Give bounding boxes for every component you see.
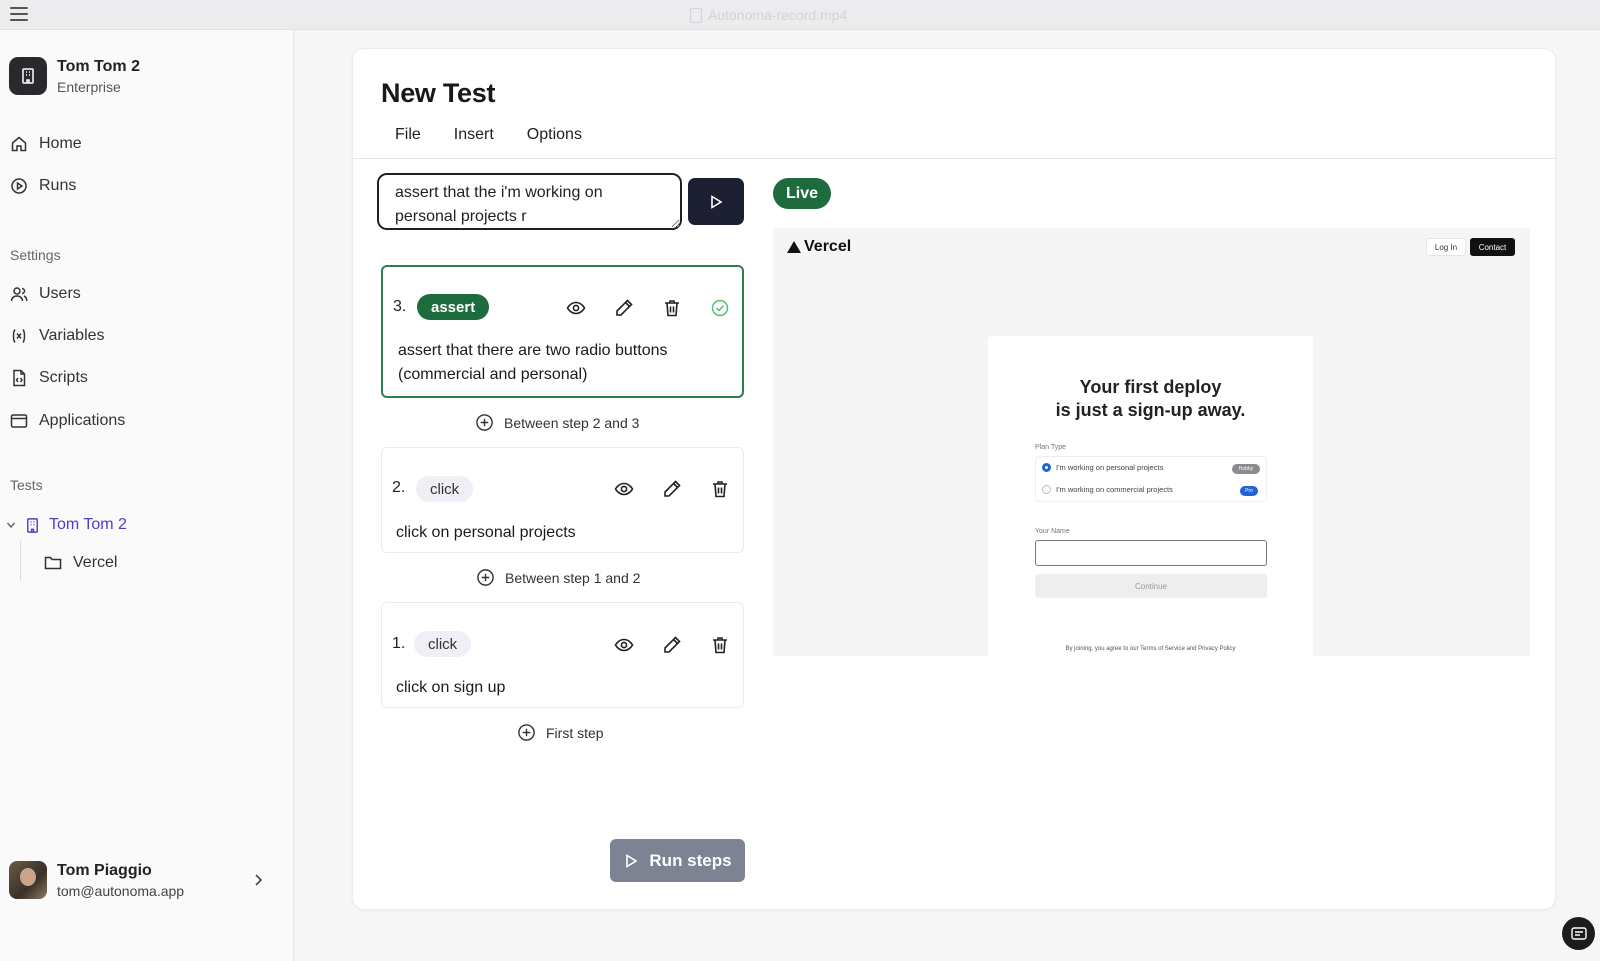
preview-signup-card: Your first deploy is just a sign-up away…: [988, 336, 1313, 656]
step-actions: [566, 298, 730, 318]
org-name: Tom Tom 2: [57, 57, 140, 75]
editor-menubar: File Insert Options: [395, 126, 582, 144]
chevron-right-icon[interactable]: [252, 872, 264, 888]
title-bar: Autonoma-record.mp4: [0, 0, 1600, 30]
window-title: Autonoma-record.mp4: [690, 7, 847, 23]
hamburger-menu-icon[interactable]: [10, 7, 28, 23]
preview-headline: Your first deploy is just a sign-up away…: [1055, 377, 1246, 420]
nav-home[interactable]: Home: [10, 132, 82, 156]
menubar-divider: [353, 158, 1555, 159]
preview-hobby-tag: Hobby: [1232, 464, 1260, 474]
insert-between-1-2[interactable]: Between step 1 and 2: [476, 568, 640, 587]
radio-selected-icon: [1042, 463, 1051, 472]
sidebar: Tom Tom 2 Enterprise: [0, 30, 294, 961]
menu-file[interactable]: File: [395, 126, 421, 144]
nav-applications[interactable]: Applications: [10, 409, 125, 433]
step-description: assert that there are two radio buttons …: [398, 342, 668, 383]
play-icon: [626, 853, 638, 868]
check-circle-icon: [711, 299, 729, 317]
live-status-badge: Live: [773, 178, 831, 209]
building-icon: [27, 517, 38, 533]
eye-icon[interactable]: [614, 479, 634, 499]
tree-folder-vercel[interactable]: Vercel: [44, 554, 117, 572]
chat-support-icon[interactable]: [1562, 917, 1595, 950]
step-description: click on personal projects: [396, 524, 576, 541]
nav-runs[interactable]: Runs: [10, 174, 76, 198]
user-name: Tom Piaggio: [57, 861, 152, 879]
preview-name-label: Your Name: [1035, 528, 1070, 535]
preview-terms-text: By joining, you agree to our Terms of Se…: [1065, 646, 1236, 652]
tree-app-tom-tom-2[interactable]: Tom Tom 2: [6, 516, 127, 534]
tree-guide-line: [20, 541, 21, 581]
plus-circle-icon: [518, 724, 535, 741]
pencil-icon[interactable]: [662, 635, 682, 655]
org-plan: Enterprise: [57, 78, 121, 95]
preview-plan-personal[interactable]: I'm working on personal projects: [1042, 463, 1163, 472]
trash-icon[interactable]: [710, 635, 730, 655]
step-type-badge: assert: [417, 294, 490, 320]
run-steps-button[interactable]: Run steps: [610, 839, 745, 882]
nav-users[interactable]: Users: [10, 282, 81, 306]
building-icon: [9, 57, 47, 95]
user-email: tom@autonoma.app: [57, 882, 185, 899]
pencil-icon[interactable]: [662, 479, 682, 499]
variable-icon: [12, 329, 26, 343]
page-title: New Test: [381, 78, 496, 108]
users-icon: [10, 287, 28, 302]
folder-icon: [44, 556, 62, 570]
insert-between-2-3[interactable]: Between step 2 and 3: [475, 413, 639, 432]
trash-icon[interactable]: [710, 479, 730, 499]
user-profile[interactable]: Tom Piaggio tom@autonoma.app: [9, 861, 184, 899]
preview-continue-button[interactable]: Continue: [1035, 574, 1267, 598]
avatar: [9, 861, 47, 899]
preview-plan-commercial[interactable]: I'm working on commercial projects: [1042, 485, 1173, 494]
step-type-badge: click: [414, 631, 472, 657]
vercel-triangle-icon: [787, 241, 801, 253]
preview-name-input[interactable]: [1035, 540, 1267, 566]
home-icon: [11, 136, 27, 152]
step-actions: [614, 479, 730, 499]
step-number: 1.: [392, 635, 406, 652]
app-window-icon: [10, 414, 28, 428]
preview-plan-options: I'm working on personal projects Hobby I…: [1035, 456, 1267, 502]
step-description: click on sign up: [396, 679, 506, 696]
tests-section-label: Tests: [10, 477, 43, 493]
script-file-icon: [13, 369, 26, 387]
eye-icon[interactable]: [614, 635, 634, 655]
step-prompt-input[interactable]: [377, 173, 682, 230]
send-step-button[interactable]: [688, 178, 744, 225]
radio-unselected-icon: [1042, 485, 1051, 494]
plus-circle-icon: [476, 414, 493, 431]
step-type-badge: click: [416, 476, 474, 502]
live-preview[interactable]: Vercel Log In Contact Your first deploy …: [773, 228, 1530, 656]
preview-pro-tag: Pro: [1240, 486, 1258, 496]
document-icon: [690, 7, 702, 23]
step-number: 2.: [392, 479, 406, 496]
pencil-icon[interactable]: [614, 298, 634, 318]
nav-scripts[interactable]: Scripts: [10, 366, 88, 390]
vercel-logo: Vercel: [787, 238, 851, 256]
settings-section-label: Settings: [10, 247, 61, 263]
plus-circle-icon: [477, 569, 494, 586]
step-actions: [614, 635, 730, 655]
play-icon: [711, 194, 723, 209]
play-circle-icon: [11, 178, 27, 194]
org-switcher[interactable]: Tom Tom 2 Enterprise: [9, 57, 140, 95]
trash-icon[interactable]: [662, 298, 682, 318]
preview-contact-button[interactable]: Contact: [1470, 238, 1515, 256]
step-number: 3.: [393, 298, 407, 315]
preview-login-button[interactable]: Log In: [1426, 238, 1466, 256]
preview-plan-type-label: Plan Type: [1035, 444, 1067, 451]
menu-options[interactable]: Options: [527, 126, 582, 144]
menu-insert[interactable]: Insert: [454, 126, 494, 144]
insert-first-step[interactable]: First step: [517, 723, 604, 742]
chevron-down-icon[interactable]: [6, 520, 16, 530]
eye-icon[interactable]: [566, 298, 586, 318]
nav-variables[interactable]: Variables: [10, 324, 105, 348]
